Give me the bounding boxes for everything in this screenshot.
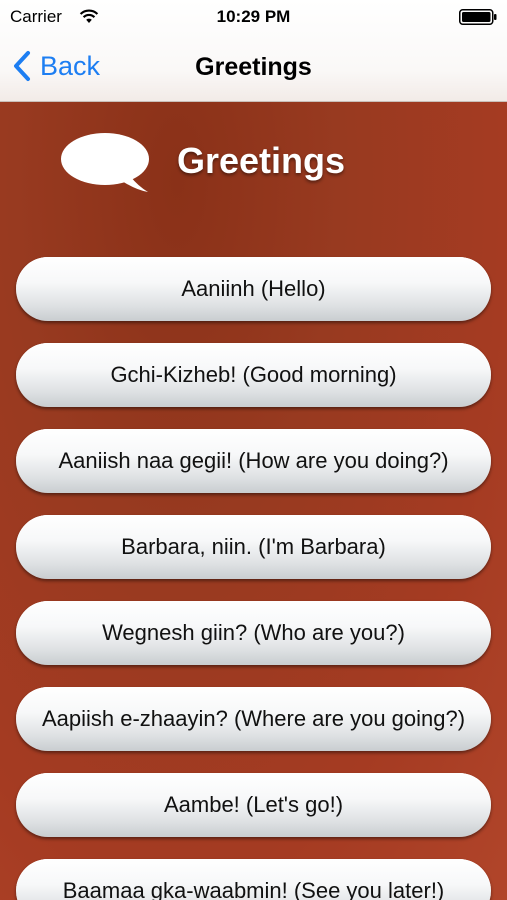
phrase-button[interactable]: Gchi-Kizheb! (Good morning): [16, 343, 491, 407]
status-time: 10:29 PM: [216, 7, 291, 26]
nav-title: Greetings: [195, 53, 312, 81]
top-bar: Carrier 10:29 PM Back Greetings: [0, 0, 507, 102]
phrase-button[interactable]: Aaniish naa gegii! (How are you doing?): [16, 429, 491, 493]
phrase-button[interactable]: Wegnesh giin? (Who are you?): [16, 601, 491, 665]
section-title: Greetings: [177, 140, 346, 181]
phrase-button[interactable]: Aaniinh (Hello): [16, 257, 491, 321]
phrase-button[interactable]: Aambe! (Let's go!): [16, 773, 491, 837]
phone-screen: Carrier 10:29 PM Back Greetings Greeting…: [0, 0, 507, 900]
phrase-button[interactable]: Aapiish e-zhaayin? (Where are you going?…: [16, 687, 491, 751]
phrase-button[interactable]: Baamaa gka-waabmin! (See you later!): [16, 859, 491, 900]
phrase-button[interactable]: Barbara, niin. (I'm Barbara): [16, 515, 491, 579]
speech-bubble-icon: [61, 133, 149, 192]
content-area: Greetings Aaniinh (Hello) Gchi-Kizheb! (…: [0, 102, 507, 900]
section-header: Greetings: [0, 102, 507, 232]
navigation-bar: Back Greetings: [0, 34, 507, 102]
battery-icon: [459, 9, 497, 25]
status-bar: Carrier 10:29 PM: [0, 0, 507, 34]
